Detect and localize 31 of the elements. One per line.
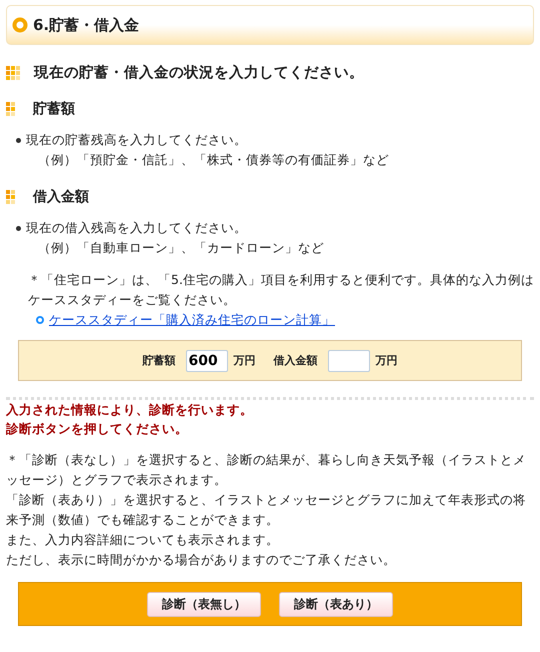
explanation-text: ＊「診断（表なし）」を選択すると、診断の結果が、暮らし向き天気予報（イラストとメッセージ）とグラフで表示されます。: [6, 451, 527, 489]
subheading: 借入金額: [33, 188, 89, 206]
unit-label: 万円: [234, 353, 256, 368]
instruction-text: 現在の借入残高を入力してください。: [26, 219, 248, 237]
heading: 現在の貯蓄・借入金の状況を入力してください。: [34, 64, 364, 82]
explanation-text: また、入力内容詳細についても表示されます。: [6, 531, 280, 549]
diagnose-button[interactable]: 診断（表あり）: [279, 592, 393, 616]
notice-text: 入力された情報により、診断を行います。: [6, 401, 254, 419]
grid-icon: [6, 102, 15, 116]
grid-icon: [6, 190, 15, 204]
example-text: （例）「預貯金・信託」、「株式・債券等の有価証券」など: [37, 151, 389, 169]
amount-field[interactable]: [328, 350, 370, 372]
field-label: 貯蓄額: [142, 353, 176, 368]
unit-label: 万円: [376, 353, 398, 368]
bullet-icon: [16, 226, 21, 231]
case-study-link[interactable]: ケーススタディー「購入済み住宅のローン計算」: [49, 310, 335, 330]
note-text: ＊「住宅ローン」は、「5.住宅の購入」項目を利用すると便利です。具体的な入力例はケーススタディーをご覧ください。: [27, 271, 534, 309]
amount-field[interactable]: 600: [186, 350, 228, 372]
subheading: 貯蓄額: [33, 100, 75, 118]
instruction-text: 現在の貯蓄残高を入力してください。: [26, 131, 248, 149]
example-text: （例）「自動車ローン」、「カードローン」など: [37, 239, 324, 257]
circle-icon: [12, 17, 28, 33]
explanation-text: 「診断（表あり）」を選択すると、イラストとメッセージとグラフに加えて年表形式の将来予測（数値）でも確認することができます。: [6, 491, 527, 529]
grid-icon: [6, 66, 20, 80]
explanation-text: ただし、表示に時間がかかる場合がありますのでご了承ください。: [6, 551, 397, 569]
bullet-icon: [16, 138, 21, 143]
section-title: 6.貯蓄・借入金: [33, 16, 140, 34]
diagnose-button[interactable]: 診断（表無し）: [147, 592, 261, 616]
bullet-icon: [36, 316, 44, 324]
notice-text: 診断ボタンを押してください。: [6, 420, 189, 438]
field-label: 借入金額: [274, 353, 318, 368]
